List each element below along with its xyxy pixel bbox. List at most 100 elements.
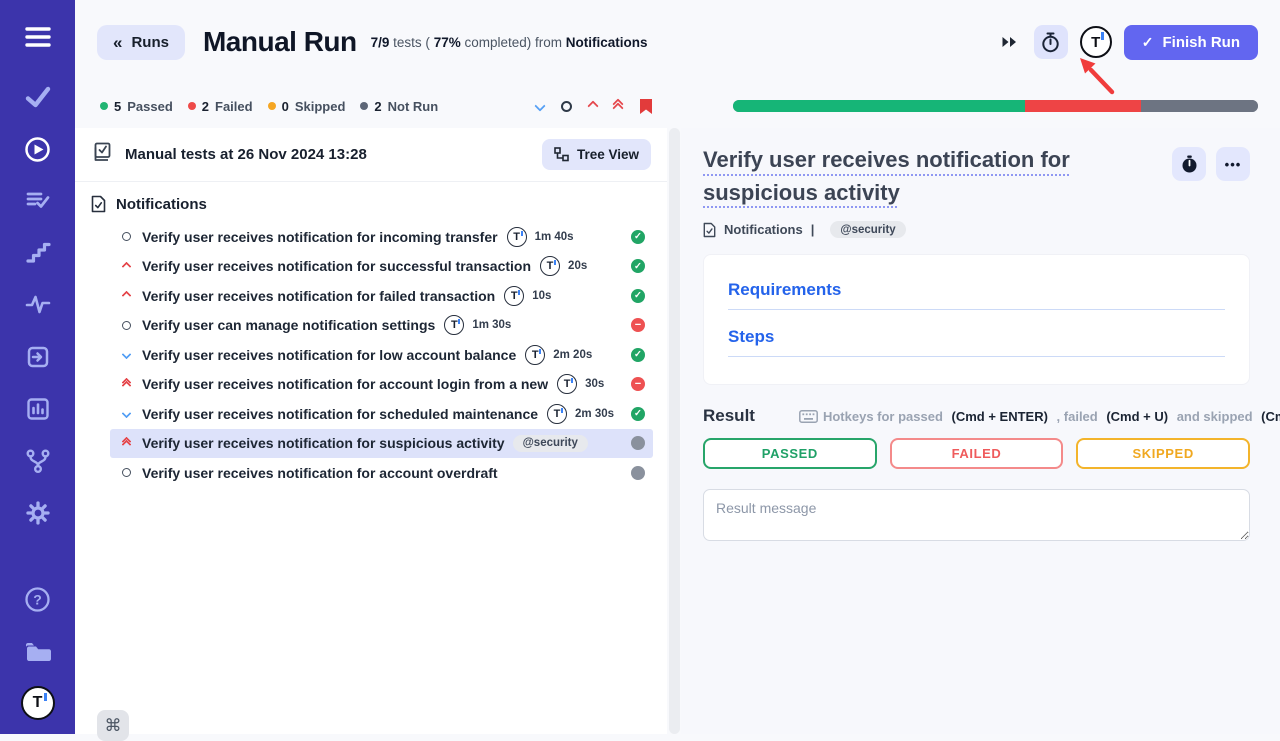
scrollbar-gutter (667, 128, 681, 734)
topbar-actions: T ✓ Finish Run (997, 25, 1258, 60)
test-row[interactable]: Verify user can manage notification sett… (110, 311, 653, 341)
test-tag: @security (513, 435, 588, 452)
passed-count: 5Passed (100, 99, 173, 114)
app-logo[interactable]: T (21, 686, 55, 720)
result-passed-icon (631, 407, 645, 421)
menu-icon[interactable] (21, 20, 55, 54)
scrollbar-track[interactable] (669, 128, 680, 734)
pulse-icon[interactable] (21, 288, 55, 322)
result-label: Result (703, 406, 755, 426)
result-message-input[interactable] (703, 489, 1250, 541)
more-options-button[interactable]: ••• (1216, 147, 1250, 181)
settings-gear-icon[interactable] (21, 496, 55, 530)
test-row[interactable]: Verify user receives notification for lo… (110, 340, 653, 370)
tests-check-icon[interactable] (21, 80, 55, 114)
bookmark-icon[interactable] (639, 98, 653, 115)
test-row-selected[interactable]: Verify user receives notification for su… (110, 429, 653, 459)
priority-high-icon (119, 263, 133, 270)
automation-logo-icon: T (547, 404, 567, 424)
test-row[interactable]: Verify user receives notification for fa… (110, 281, 653, 311)
page-title: Manual Run (203, 26, 357, 58)
finish-run-button[interactable]: ✓ Finish Run (1124, 25, 1258, 60)
test-title: Verify user receives notification for su… (142, 435, 505, 451)
security-tag[interactable]: @security (830, 221, 905, 238)
passed-dot-icon (100, 102, 108, 110)
suite-folder-row[interactable]: Notifications (75, 182, 667, 222)
keyboard-icon (799, 410, 818, 423)
file-check-icon (91, 195, 106, 213)
priority-highest-icon (119, 438, 133, 448)
requirements-section-heading[interactable]: Requirements (728, 280, 1225, 310)
tree-view-button[interactable]: Tree View (542, 139, 651, 170)
check-icon: ✓ (1142, 34, 1154, 51)
hotkeys-hint: Hotkeys for passed (Cmd + ENTER) , faile… (799, 409, 1280, 424)
fast-forward-icon[interactable] (997, 31, 1022, 53)
double-chevron-up-icon[interactable] (614, 100, 622, 112)
test-duration: 2m 20s (553, 349, 592, 361)
tree-view-label: Tree View (577, 147, 639, 162)
test-title: Verify user receives notification for in… (142, 229, 498, 245)
finish-run-label: Finish Run (1163, 34, 1241, 51)
breadcrumb-folder[interactable]: Notifications (724, 222, 803, 237)
test-title: Verify user receives notification for su… (142, 258, 531, 274)
progress-failed-segment (1025, 100, 1142, 112)
run-progress-bar (733, 100, 1258, 112)
back-to-runs-button[interactable]: « Runs (97, 25, 185, 60)
passed-button[interactable]: PASSED (703, 438, 877, 469)
import-icon[interactable] (21, 340, 55, 374)
result-not-run-icon (631, 466, 645, 480)
analytics-icon[interactable] (21, 392, 55, 426)
test-title: Verify user receives notification for sc… (142, 406, 538, 422)
steps-icon[interactable] (21, 236, 55, 270)
main-area: « Runs Manual Run 7/9 tests ( 77% comple… (75, 0, 1280, 734)
test-title: Verify user receives notification for ac… (142, 376, 548, 392)
timer-button[interactable] (1034, 25, 1068, 59)
branches-icon[interactable] (21, 444, 55, 478)
test-row[interactable]: Verify user receives notification for ac… (110, 458, 653, 488)
failed-dot-icon (188, 102, 196, 110)
test-duration: 1m 40s (535, 231, 574, 243)
test-duration: 1m 30s (472, 319, 511, 331)
stopwatch-button[interactable] (1172, 147, 1206, 181)
steps-section-heading[interactable]: Steps (728, 327, 1225, 357)
chevron-up-icon[interactable] (589, 102, 597, 110)
priority-high-icon (119, 292, 133, 299)
failed-count: 2Failed (188, 99, 253, 114)
automation-logo-icon: T (444, 315, 464, 335)
sidebar: ? T (0, 0, 75, 734)
skipped-button[interactable]: SKIPPED (1076, 438, 1250, 469)
test-duration: 30s (585, 378, 604, 390)
breadcrumb: Notifications | @security (703, 221, 1250, 238)
projects-folder-icon[interactable] (21, 634, 55, 668)
automation-logo-icon: T (504, 286, 524, 306)
account-logo[interactable]: T (1080, 26, 1112, 58)
automation-logo-icon: T (507, 227, 527, 247)
circle-icon[interactable] (561, 101, 572, 112)
test-duration: 2m 30s (575, 408, 614, 420)
topbar: « Runs Manual Run 7/9 tests ( 77% comple… (75, 0, 1280, 84)
status-row: 5Passed 2Failed 0Skipped 2Not Run (75, 84, 1280, 128)
test-row[interactable]: Verify user receives notification for sc… (110, 399, 653, 429)
back-label: Runs (131, 34, 169, 51)
test-duration: 20s (568, 260, 587, 272)
back-chevron-icon: « (113, 34, 122, 51)
automation-logo-icon: T (525, 345, 545, 365)
test-row[interactable]: Verify user receives notification for su… (110, 252, 653, 282)
chevron-down-icon[interactable] (536, 102, 544, 110)
test-row[interactable]: Verify user receives notification for in… (110, 222, 653, 252)
failed-button[interactable]: FAILED (890, 438, 1064, 469)
progress-passed-segment (733, 100, 1025, 112)
detail-title: Verify user receives notification for su… (703, 144, 1158, 209)
priority-normal-icon (119, 232, 133, 241)
skipped-count: 0Skipped (268, 99, 346, 114)
priority-normal-icon (119, 468, 133, 477)
test-title: Verify user receives notification for lo… (142, 347, 516, 363)
help-icon[interactable]: ? (21, 582, 55, 616)
test-row[interactable]: Verify user receives notification for ac… (110, 370, 653, 400)
test-duration: 10s (532, 290, 551, 302)
detail-actions: ••• (1172, 144, 1250, 181)
automation-logo-icon: T (540, 256, 560, 276)
result-counts: 5Passed 2Failed 0Skipped 2Not Run (100, 99, 438, 114)
runs-play-icon[interactable] (21, 132, 55, 166)
test-plans-icon[interactable] (21, 184, 55, 218)
